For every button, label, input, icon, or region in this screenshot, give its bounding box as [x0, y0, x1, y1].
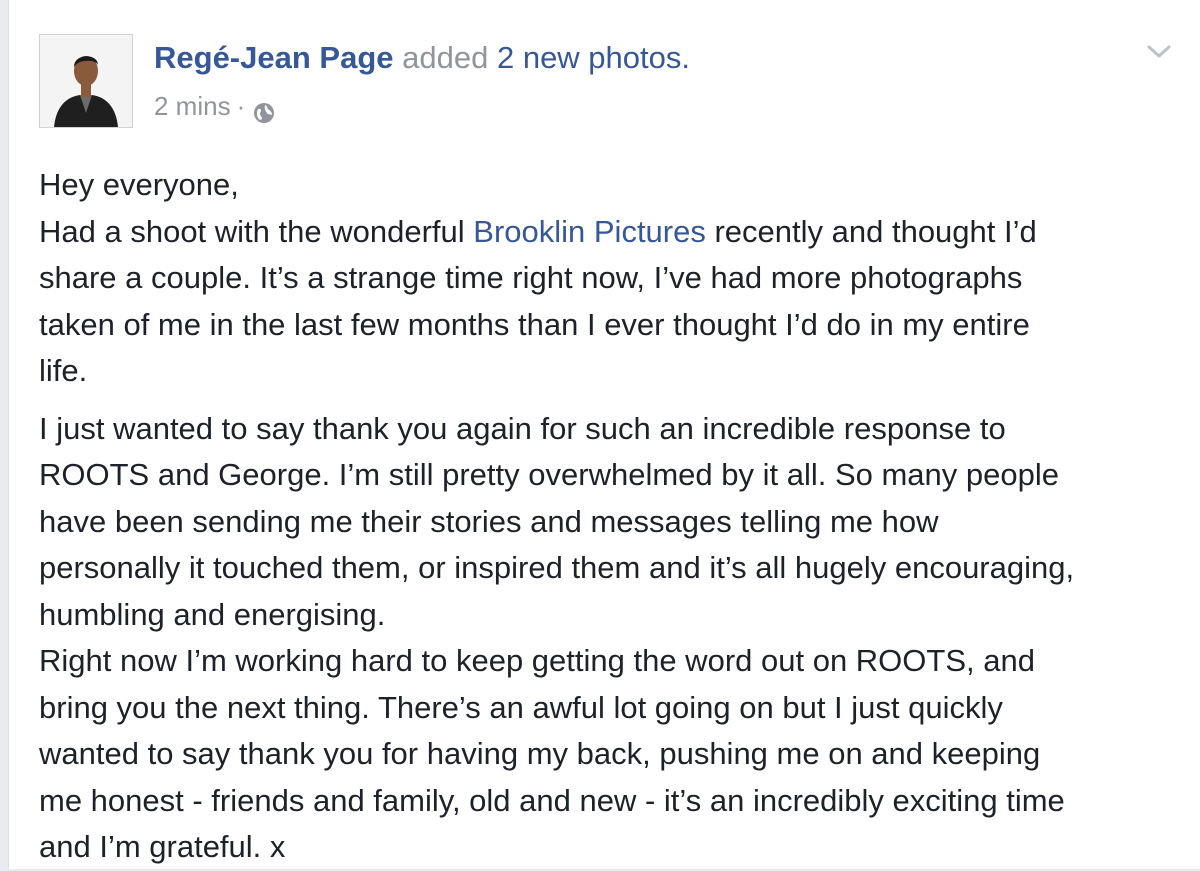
body-line: personally it touched them, or inspired …: [39, 550, 1075, 585]
body-line: taken of me in the last few months than …: [39, 306, 1030, 342]
chevron-down-icon[interactable]: [1144, 40, 1174, 64]
post-body: Hey everyone, Had a shoot with the wonde…: [39, 162, 1189, 871]
post-meta: 2 mins ·: [154, 86, 275, 126]
post-header-line: Regé-Jean Page added 2 new photos.: [154, 36, 690, 80]
body-line: Hey everyone,: [39, 167, 239, 202]
body-line: bring you the next thing. There’s an awf…: [39, 689, 1003, 725]
body-line: I just wanted to say thank you again for…: [39, 410, 1006, 446]
meta-separator: ·: [236, 91, 246, 121]
action-text: added: [402, 40, 489, 75]
paragraph-2: I just wanted to say thank you again for…: [39, 406, 1189, 871]
body-line: humbling and energising.: [39, 596, 386, 632]
avatar[interactable]: [39, 34, 133, 128]
body-line: me honest - friends and family, old and …: [39, 782, 1065, 818]
post-card: Regé-Jean Page added 2 new photos. 2 min…: [8, 0, 1200, 869]
body-line: ROOTS and George. I’m still pretty overw…: [39, 457, 1059, 492]
body-line: Right now I’m working hard to keep getti…: [39, 643, 1035, 678]
page-mention-link[interactable]: Brooklin Pictures: [473, 214, 706, 249]
body-line: life.: [39, 353, 88, 388]
body-line: share a couple. It’s a strange time righ…: [39, 260, 1023, 295]
new-photos-link[interactable]: 2 new photos.: [497, 40, 690, 75]
person-photo-icon: [40, 35, 132, 127]
body-line: wanted to say thank you for having my ba…: [39, 736, 1041, 771]
body-line: have been sending me their stories and m…: [39, 503, 939, 539]
body-line-prefix: Had a shoot with the wonderful: [39, 213, 474, 249]
paragraph-1: Hey everyone, Had a shoot with the wonde…: [39, 162, 1189, 395]
post-timestamp[interactable]: 2 mins: [154, 86, 231, 126]
body-line-suffix: recently and thought I’d: [705, 213, 1037, 249]
globe-icon[interactable]: [253, 95, 275, 123]
body-line: and I’m grateful. x: [39, 829, 286, 864]
author-name[interactable]: Regé-Jean Page: [154, 40, 394, 75]
